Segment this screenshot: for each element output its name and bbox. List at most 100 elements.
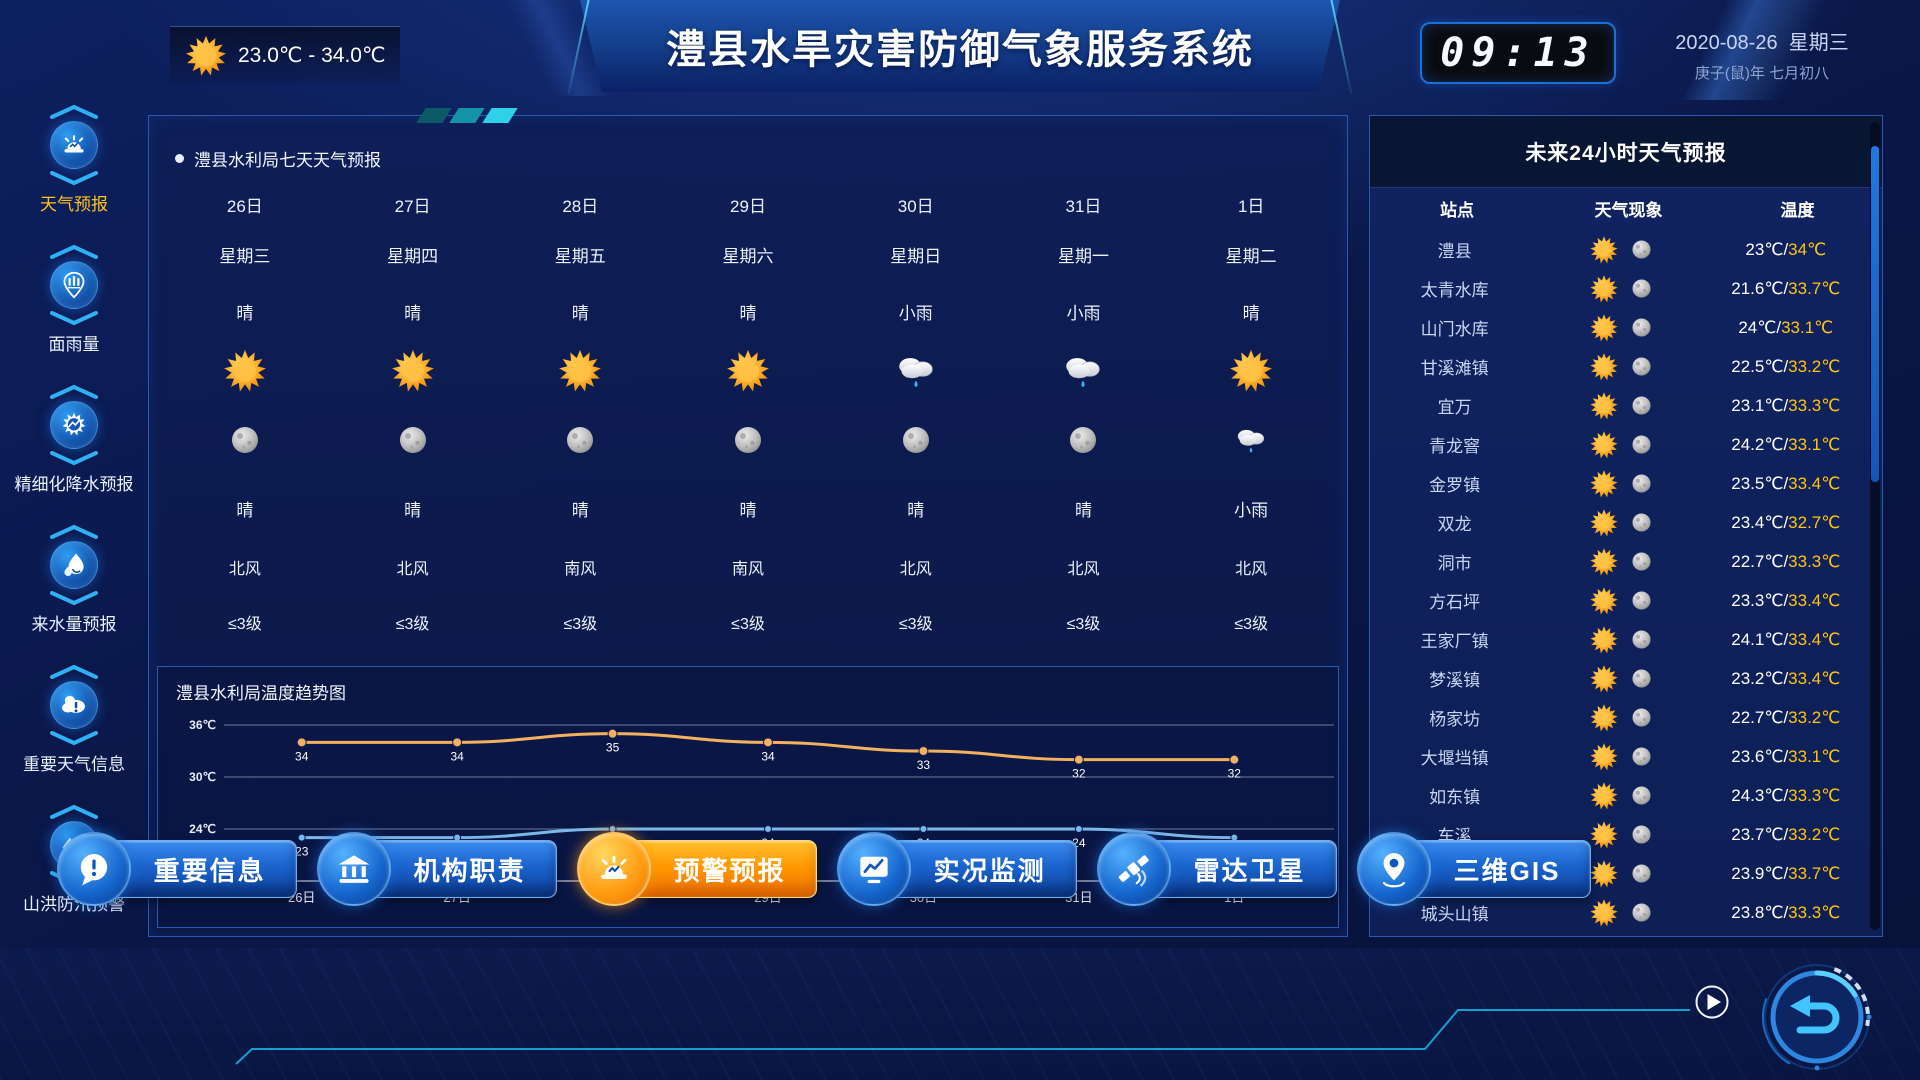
station-temperature: 23℃/34℃ (1704, 240, 1868, 260)
sun-icon (1589, 898, 1619, 928)
station-row[interactable]: 双龙 23.4℃/32.7℃ (1370, 503, 1868, 542)
station-temperature: 23.2℃/33.4℃ (1704, 669, 1868, 689)
station-high-temp: 33.2℃ (1788, 357, 1840, 376)
station-weather-icons (1539, 781, 1703, 811)
forecast-night-icon-cell (730, 403, 766, 477)
station-name: 双龙 (1370, 510, 1539, 535)
sun-icon (1589, 313, 1619, 343)
forecast-night-icon-cell (227, 403, 263, 477)
svg-text:34: 34 (761, 749, 775, 763)
station-temperature: 24.2℃/33.1℃ (1704, 435, 1868, 455)
page-title: 澧县水旱灾害防御气象服务系统 (580, 0, 1340, 92)
station-row[interactable]: 大堰垱镇 23.6℃/33.1℃ (1370, 737, 1868, 776)
sidebar-item-siren[interactable]: 天气预报 (0, 104, 148, 244)
station-high-temp: 33.3℃ (1788, 786, 1840, 805)
station-row[interactable]: 宜万 23.1℃/33.3℃ (1370, 386, 1868, 425)
nav-button-bubble-alert[interactable]: 重要信息 (69, 840, 297, 898)
sidebar-item-cloud-alert[interactable]: 重要天气信息 (0, 664, 148, 804)
siren-icon (594, 849, 634, 889)
sun-icon (1589, 703, 1619, 733)
station-name: 洞市 (1370, 549, 1539, 574)
station-temperature: 24℃/33.1℃ (1704, 318, 1868, 338)
play-button[interactable] (1694, 984, 1730, 1020)
nav-button-monitor[interactable]: 实况监测 (849, 840, 1077, 898)
station-temperature: 23.9℃/33.7℃ (1704, 864, 1868, 884)
sidebar-icon-circle (50, 541, 98, 589)
station-weather-icons (1539, 469, 1703, 499)
scrollbar-thumb[interactable] (1871, 146, 1879, 482)
station-temperature: 23.1℃/33.3℃ (1704, 396, 1868, 416)
svg-text:36℃: 36℃ (189, 718, 216, 732)
station-row[interactable]: 甘溪滩镇 22.5℃/33.2℃ (1370, 347, 1868, 386)
moon-icon (1629, 744, 1654, 769)
forecast-night-condition: 晴 (572, 477, 589, 539)
rain-icon (893, 348, 939, 394)
station-row[interactable]: 金罗镇 23.5℃/33.4℃ (1370, 464, 1868, 503)
bubble-alert-icon (74, 849, 114, 889)
station-high-temp: 33.4℃ (1788, 630, 1840, 649)
forecast-day-column: 28日 星期五 晴 晴 南风 ≤3级 (496, 183, 664, 649)
station-row[interactable]: 杨家坊 22.7℃/33.2℃ (1370, 698, 1868, 737)
forecast-date: 26日 (227, 183, 263, 225)
station-row[interactable]: 王家厂镇 24.1℃/33.4℃ (1370, 620, 1868, 659)
station-name: 太青水库 (1370, 276, 1539, 301)
sidebar-item-sun-chart[interactable]: 精细化降水预报 (0, 384, 148, 524)
station-low-temp: 22.7℃ (1731, 552, 1783, 571)
nav-button-bank[interactable]: 机构职责 (329, 840, 557, 898)
nav-button-pin[interactable]: 三维GIS (1369, 840, 1592, 898)
sidebar-item-badge (47, 524, 101, 606)
station-weather-icons (1539, 898, 1703, 928)
station-row[interactable]: 城头山镇 23.8℃/33.3℃ (1370, 893, 1868, 932)
sidebar-item-drops[interactable]: 来水量预报 (0, 524, 148, 664)
drops-icon (59, 550, 89, 580)
station-row[interactable]: 方石坪 23.3℃/33.4℃ (1370, 581, 1868, 620)
station-row[interactable]: 青龙窨 24.2℃/33.1℃ (1370, 425, 1868, 464)
station-high-temp: 33.4℃ (1788, 474, 1840, 493)
station-high-temp: 33.2℃ (1788, 708, 1840, 727)
station-row[interactable]: 太青水库 21.6℃/33.7℃ (1370, 269, 1868, 308)
station-panel-title: 未来24小时天气预报 (1370, 116, 1882, 188)
nav-button-icon-circle (837, 832, 911, 906)
station-name: 如东镇 (1370, 783, 1539, 808)
sidebar-item-badge (47, 244, 101, 326)
svg-text:34: 34 (295, 749, 309, 763)
forecast-wind-direction: 北风 (1067, 539, 1099, 595)
nav-button-satellite[interactable]: 雷达卫星 (1109, 840, 1337, 898)
station-row[interactable]: 山门水库 24℃/33.1℃ (1370, 308, 1868, 347)
station-low-temp: 24℃ (1738, 318, 1776, 337)
station-row[interactable]: 梦溪镇 23.2℃/33.4℃ (1370, 659, 1868, 698)
station-temperature: 23.4℃/32.7℃ (1704, 513, 1868, 533)
station-weather-icons (1539, 547, 1703, 577)
digital-clock: 09:13 (1420, 22, 1616, 84)
forecast-date: 30日 (898, 183, 934, 225)
col-header-weather: 天气现象 (1544, 196, 1713, 221)
station-row[interactable]: 澧县 23℃/34℃ (1370, 230, 1868, 269)
sidebar-icon-circle (50, 261, 98, 309)
station-high-temp: 33.3℃ (1788, 552, 1840, 571)
forecast-day-condition: 晴 (1243, 283, 1260, 339)
station-high-temp: 33.7℃ (1788, 279, 1840, 298)
station-temperature: 22.7℃/33.2℃ (1704, 708, 1868, 728)
svg-text:35: 35 (606, 741, 620, 755)
forecast-night-condition: 晴 (236, 477, 253, 539)
forecast-panel: 澧县水利局七天天气预报 26日 星期三 晴 晴 北风 ≤3级 27日 星期四 晴… (148, 115, 1348, 937)
sidebar-item-gauge[interactable]: 面雨量 (0, 244, 148, 384)
back-button[interactable] (1762, 962, 1872, 1072)
moon-icon (1629, 510, 1654, 535)
moon-icon (1629, 315, 1654, 340)
forecast-date: 31日 (1065, 183, 1101, 225)
sidebar-item-badge (47, 664, 101, 746)
station-row[interactable]: 如东镇 24.3℃/33.3℃ (1370, 776, 1868, 815)
nav-button-siren[interactable]: 预警预报 (589, 840, 817, 898)
rain-icon (1060, 348, 1106, 394)
forecast-day-column: 29日 星期六 晴 晴 南风 ≤3级 (664, 183, 832, 649)
svg-text:33: 33 (917, 758, 931, 772)
nav-button-icon-circle (57, 832, 131, 906)
moon-icon (1629, 393, 1654, 418)
sidebar-icon-circle (50, 121, 98, 169)
moon-icon (395, 422, 431, 458)
station-row[interactable]: 洞市 22.7℃/33.3℃ (1370, 542, 1868, 581)
monitor-icon (854, 849, 894, 889)
scrollbar-track[interactable] (1870, 122, 1880, 930)
sun-icon (1589, 352, 1619, 382)
